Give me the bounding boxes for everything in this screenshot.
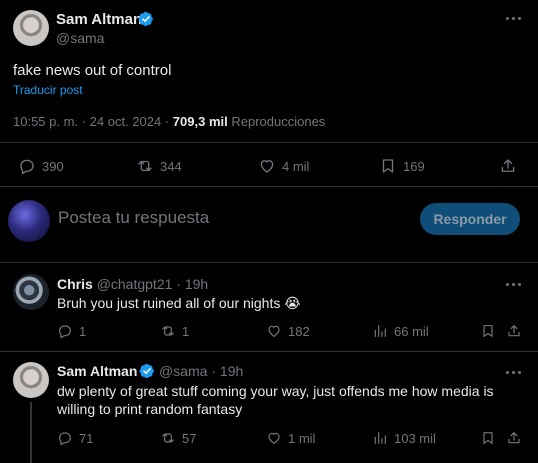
like-count: 1 mil — [288, 430, 316, 446]
repost-count: 1 — [182, 323, 190, 339]
share-icon — [508, 432, 520, 444]
reply-header: Chris @chatgpt21 · 19h — [57, 276, 208, 292]
verified-badge-icon — [139, 363, 154, 379]
divider — [0, 351, 538, 352]
reply-author-handle[interactable]: @chatgpt21 — [97, 276, 173, 292]
share-button[interactable] — [506, 323, 522, 339]
bookmark-icon — [382, 159, 394, 173]
reply-count: 390 — [42, 158, 64, 174]
reply-meta: @sama · 19h — [159, 363, 243, 379]
bookmark-count: 169 — [403, 158, 425, 174]
reply-author-name[interactable]: Sam Altman — [57, 363, 137, 379]
user-avatar[interactable] — [8, 200, 50, 242]
repost-count: 57 — [182, 430, 197, 446]
analytics-icon — [374, 432, 386, 444]
repost-button[interactable]: 1 — [160, 323, 189, 339]
reply-icon — [20, 159, 34, 175]
reply-author-name[interactable]: Chris — [57, 276, 93, 292]
reply-icon — [59, 432, 71, 446]
views-button[interactable]: 66 mil — [372, 323, 429, 339]
reply-submit-button[interactable]: Responder — [420, 203, 520, 235]
reply-count: 1 — [79, 323, 87, 339]
reply-dot: · — [211, 363, 217, 379]
meta-separator-2: · — [164, 114, 170, 129]
repost-button[interactable]: 344 — [136, 157, 182, 175]
bookmark-button[interactable] — [480, 323, 496, 339]
reply-avatar[interactable] — [13, 274, 49, 310]
reply-dot: · — [176, 276, 181, 292]
tweet-text: fake news out of control — [13, 62, 172, 79]
tweet-meta: 10:55 p. m. · 24 oct. 2024 · 709,3 mil R… — [13, 114, 325, 129]
repost-count: 344 — [160, 158, 182, 174]
thread-line — [30, 402, 32, 463]
bookmark-button[interactable] — [480, 430, 496, 446]
reply-button[interactable]: 1 — [57, 323, 86, 339]
repost-icon — [162, 326, 174, 336]
reply-time[interactable]: 19h — [185, 276, 208, 292]
reply-text-line2: willing to print random fantasy — [57, 401, 243, 417]
repost-icon — [138, 160, 152, 172]
meta-separator: · — [81, 114, 87, 129]
views-count: 709,3 mil — [172, 114, 228, 129]
reply-header: Sam Altman — [57, 363, 137, 379]
reply-icon — [59, 325, 71, 339]
views-label: Reproducciones — [231, 114, 326, 129]
views-count: 66 mil — [394, 323, 429, 339]
share-icon — [508, 325, 520, 337]
like-button[interactable]: 182 — [266, 323, 310, 339]
more-options-icon[interactable] — [503, 274, 523, 294]
reply-author-handle[interactable]: @sama — [159, 363, 207, 379]
tweet-date[interactable]: 24 oct. 2024 — [90, 114, 162, 129]
repost-icon — [162, 433, 174, 443]
bookmark-icon — [483, 325, 493, 337]
share-button[interactable] — [506, 430, 522, 446]
author-handle[interactable]: @sama — [56, 30, 104, 46]
author-name[interactable]: Sam Altman — [56, 11, 142, 28]
reply-time[interactable]: 19h — [220, 363, 243, 379]
share-button[interactable] — [499, 157, 517, 175]
divider — [0, 142, 538, 143]
reply-input[interactable]: Postea tu respuesta — [58, 208, 209, 228]
tweet-time[interactable]: 10:55 p. m. — [13, 114, 78, 129]
divider — [0, 186, 538, 187]
share-icon — [501, 159, 515, 172]
divider — [0, 262, 538, 263]
verified-badge-icon — [138, 11, 153, 27]
more-options-icon[interactable] — [503, 362, 523, 382]
more-options-icon[interactable] — [503, 8, 523, 28]
views-count: 103 mil — [394, 430, 436, 446]
bookmark-icon — [483, 432, 493, 444]
heart-icon — [268, 432, 280, 444]
reply-button[interactable]: 71 — [57, 430, 93, 446]
reply-text: dw plenty of great stuff coming your way… — [57, 383, 494, 399]
bookmark-button[interactable]: 169 — [379, 157, 425, 175]
translate-link[interactable]: Traducir post — [13, 83, 83, 97]
like-count: 4 mil — [282, 158, 310, 174]
like-button[interactable]: 4 mil — [258, 157, 309, 175]
reply-text: Bruh you just ruined all of our nights 😭 — [57, 295, 301, 311]
reply-count: 71 — [79, 430, 94, 446]
heart-icon — [268, 325, 280, 337]
repost-button[interactable]: 57 — [160, 430, 196, 446]
views-button[interactable]: 103 mil — [372, 430, 436, 446]
heart-icon — [260, 160, 274, 173]
reply-button[interactable]: 390 — [18, 157, 64, 175]
author-avatar[interactable] — [13, 10, 49, 46]
analytics-icon — [374, 325, 386, 337]
like-count: 182 — [288, 323, 310, 339]
like-button[interactable]: 1 mil — [266, 430, 315, 446]
reply-avatar[interactable] — [13, 362, 49, 398]
